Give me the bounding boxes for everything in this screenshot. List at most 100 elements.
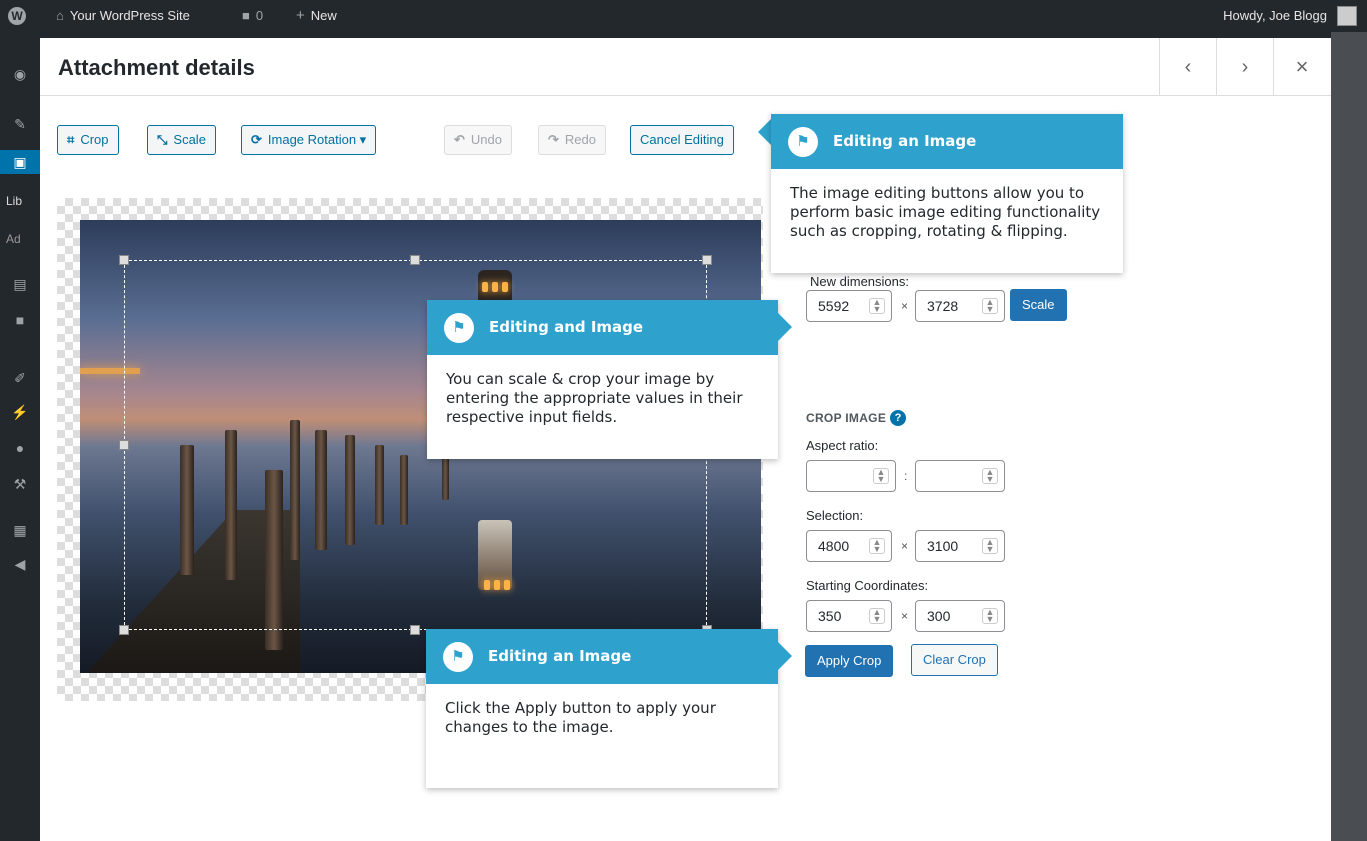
tools-icon[interactable]: ⚒ xyxy=(0,472,40,496)
scale-button[interactable]: ⤡ Scale xyxy=(147,125,216,155)
previous-button[interactable]: ‹ xyxy=(1159,38,1216,96)
modal-header: Attachment details ‹ › × xyxy=(40,38,1331,96)
start-y-value: 300 xyxy=(927,608,951,624)
aspect-ratio-label: Aspect ratio: xyxy=(806,438,879,453)
flag-icon: ⚑ xyxy=(444,313,474,343)
pointer-arrow xyxy=(778,642,792,670)
times-sign: × xyxy=(901,539,909,553)
start-x-input[interactable]: 350 ▲ ▼ xyxy=(806,600,892,632)
stepper-icon[interactable]: ▲ ▼ xyxy=(982,468,998,484)
aspect-height-input[interactable]: ▲ ▼ xyxy=(915,460,1005,492)
new-dimensions-label: New dimensions: xyxy=(810,274,909,289)
colon-sign: : xyxy=(904,469,908,483)
crop-handle-ne[interactable] xyxy=(702,255,712,265)
image-rotation-button[interactable]: ⟳ Image Rotation ▾ xyxy=(241,125,377,155)
apply-crop-button[interactable]: Apply Crop xyxy=(805,645,894,677)
pages-icon[interactable]: ▤ xyxy=(0,272,40,296)
selection-label: Selection: xyxy=(806,508,864,523)
comments-link[interactable]: ■ 0 xyxy=(242,0,263,32)
crop-button[interactable]: ⌗ Crop xyxy=(57,125,119,155)
stepper-icon[interactable]: ▲ ▼ xyxy=(982,608,998,624)
crop-handle-sw[interactable] xyxy=(119,625,129,635)
new-label: New xyxy=(310,8,337,23)
pointer-arrow xyxy=(758,118,772,146)
pin-icon[interactable]: ✎ xyxy=(0,112,40,136)
pointer-arrow xyxy=(778,313,792,341)
scale-width-value: 5592 xyxy=(818,298,850,314)
stepper-icon[interactable]: ▲ ▼ xyxy=(869,608,885,624)
submenu-add-new[interactable]: Ad xyxy=(6,232,21,246)
stepper-icon[interactable]: ▲ ▼ xyxy=(869,538,885,554)
start-y-input[interactable]: 300 ▲ ▼ xyxy=(915,600,1005,632)
crop-image-heading: CROP IMAGE? xyxy=(806,410,907,426)
undo-label: Undo xyxy=(470,132,502,147)
settings-icon[interactable]: ▦ xyxy=(0,518,40,542)
comments-icon[interactable]: ■ xyxy=(0,308,40,332)
howdy-user[interactable]: Howdy, Joe Blogg xyxy=(1223,0,1327,32)
clear-crop-button[interactable]: Clear Crop xyxy=(911,644,998,676)
cancel-editing-button[interactable]: Cancel Editing xyxy=(630,125,734,155)
stepper-icon[interactable]: ▲ ▼ xyxy=(982,538,998,554)
plus-icon: + xyxy=(296,7,305,24)
close-icon: × xyxy=(1295,54,1309,79)
crop-icon: ⌗ xyxy=(67,132,75,147)
selection-width-input[interactable]: 4800 ▲ ▼ xyxy=(806,530,892,562)
image-rotation-label: Image Rotation ▾ xyxy=(267,132,367,147)
redo-label: Redo xyxy=(564,132,596,147)
wordpress-logo-icon[interactable]: W xyxy=(8,7,26,25)
chevron-right-icon: › xyxy=(1241,56,1249,78)
new-content-link[interactable]: + New xyxy=(296,0,337,32)
selection-width-value: 4800 xyxy=(818,538,850,554)
collapse-icon[interactable]: ◀ xyxy=(0,552,40,576)
page-title: Attachment details xyxy=(58,55,255,80)
appearance-icon[interactable]: ✐ xyxy=(0,366,40,390)
media-icon[interactable]: ▣ xyxy=(0,150,40,174)
redo-button[interactable]: ↷ Redo xyxy=(538,125,606,155)
pointer-editing-buttons: Editing an Image ⚑ The image editing but… xyxy=(771,114,1123,273)
scale-width-input[interactable]: 5592 ▲ ▼ xyxy=(806,290,892,322)
pointer-title: Editing an Image xyxy=(426,629,778,684)
undo-button[interactable]: ↶ Undo xyxy=(444,125,512,155)
close-button[interactable]: × xyxy=(1273,38,1330,96)
crop-image-title: CROP IMAGE xyxy=(806,411,887,425)
scale-submit-button[interactable]: Scale xyxy=(1010,289,1067,321)
site-name: Your WordPress Site xyxy=(69,8,190,23)
stepper-icon[interactable]: ▲ ▼ xyxy=(873,468,889,484)
stepper-icon[interactable]: ▲ ▼ xyxy=(982,298,998,314)
dashboard-icon[interactable]: ◉ xyxy=(0,62,40,86)
pointer-body: The image editing buttons allow you to p… xyxy=(790,184,1101,240)
submenu-library[interactable]: Lib xyxy=(6,194,22,208)
times-sign: × xyxy=(901,299,909,313)
crop-handle-nw[interactable] xyxy=(119,255,129,265)
plugins-icon[interactable]: ⚡ xyxy=(0,400,40,424)
crop-handle-n[interactable] xyxy=(410,255,420,265)
times-sign: × xyxy=(901,609,909,623)
flag-icon: ⚑ xyxy=(443,642,473,672)
crop-handle-s[interactable] xyxy=(410,625,420,635)
admin-bar: W ⌂ Your WordPress Site ■ 0 + New Howdy, Jo… xyxy=(0,0,1367,32)
starting-coordinates-label: Starting Coordinates: xyxy=(806,578,929,593)
pointer-apply-crop: Editing an Image ⚑ Click the Apply butto… xyxy=(426,629,778,788)
backdrop-strip xyxy=(1331,32,1367,841)
site-name-link[interactable]: ⌂ Your WordPress Site xyxy=(56,0,190,32)
comment-icon: ■ xyxy=(242,8,250,23)
selection-height-input[interactable]: 3100 ▲ ▼ xyxy=(915,530,1005,562)
crop-handle-w[interactable] xyxy=(119,440,129,450)
crop-label: Crop xyxy=(80,132,109,147)
pointer-body: Click the Apply button to apply your cha… xyxy=(445,699,716,736)
home-icon: ⌂ xyxy=(56,8,64,23)
pointer-title: Editing an Image xyxy=(771,114,1123,169)
comments-count: 0 xyxy=(255,8,264,23)
rotate-icon: ⟳ xyxy=(251,132,262,147)
pointer-title: Editing and Image xyxy=(427,300,778,355)
chevron-left-icon: ‹ xyxy=(1184,56,1192,78)
undo-icon: ↶ xyxy=(454,132,465,147)
scale-height-input[interactable]: 3728 ▲ ▼ xyxy=(915,290,1005,322)
users-icon[interactable]: ● xyxy=(0,436,40,460)
help-icon[interactable]: ? xyxy=(890,410,907,426)
avatar[interactable] xyxy=(1337,6,1357,26)
pointer-body: You can scale & crop your image by enter… xyxy=(446,370,743,426)
aspect-width-input[interactable]: ▲ ▼ xyxy=(806,460,896,492)
next-button[interactable]: › xyxy=(1216,38,1273,96)
stepper-icon[interactable]: ▲ ▼ xyxy=(869,298,885,314)
